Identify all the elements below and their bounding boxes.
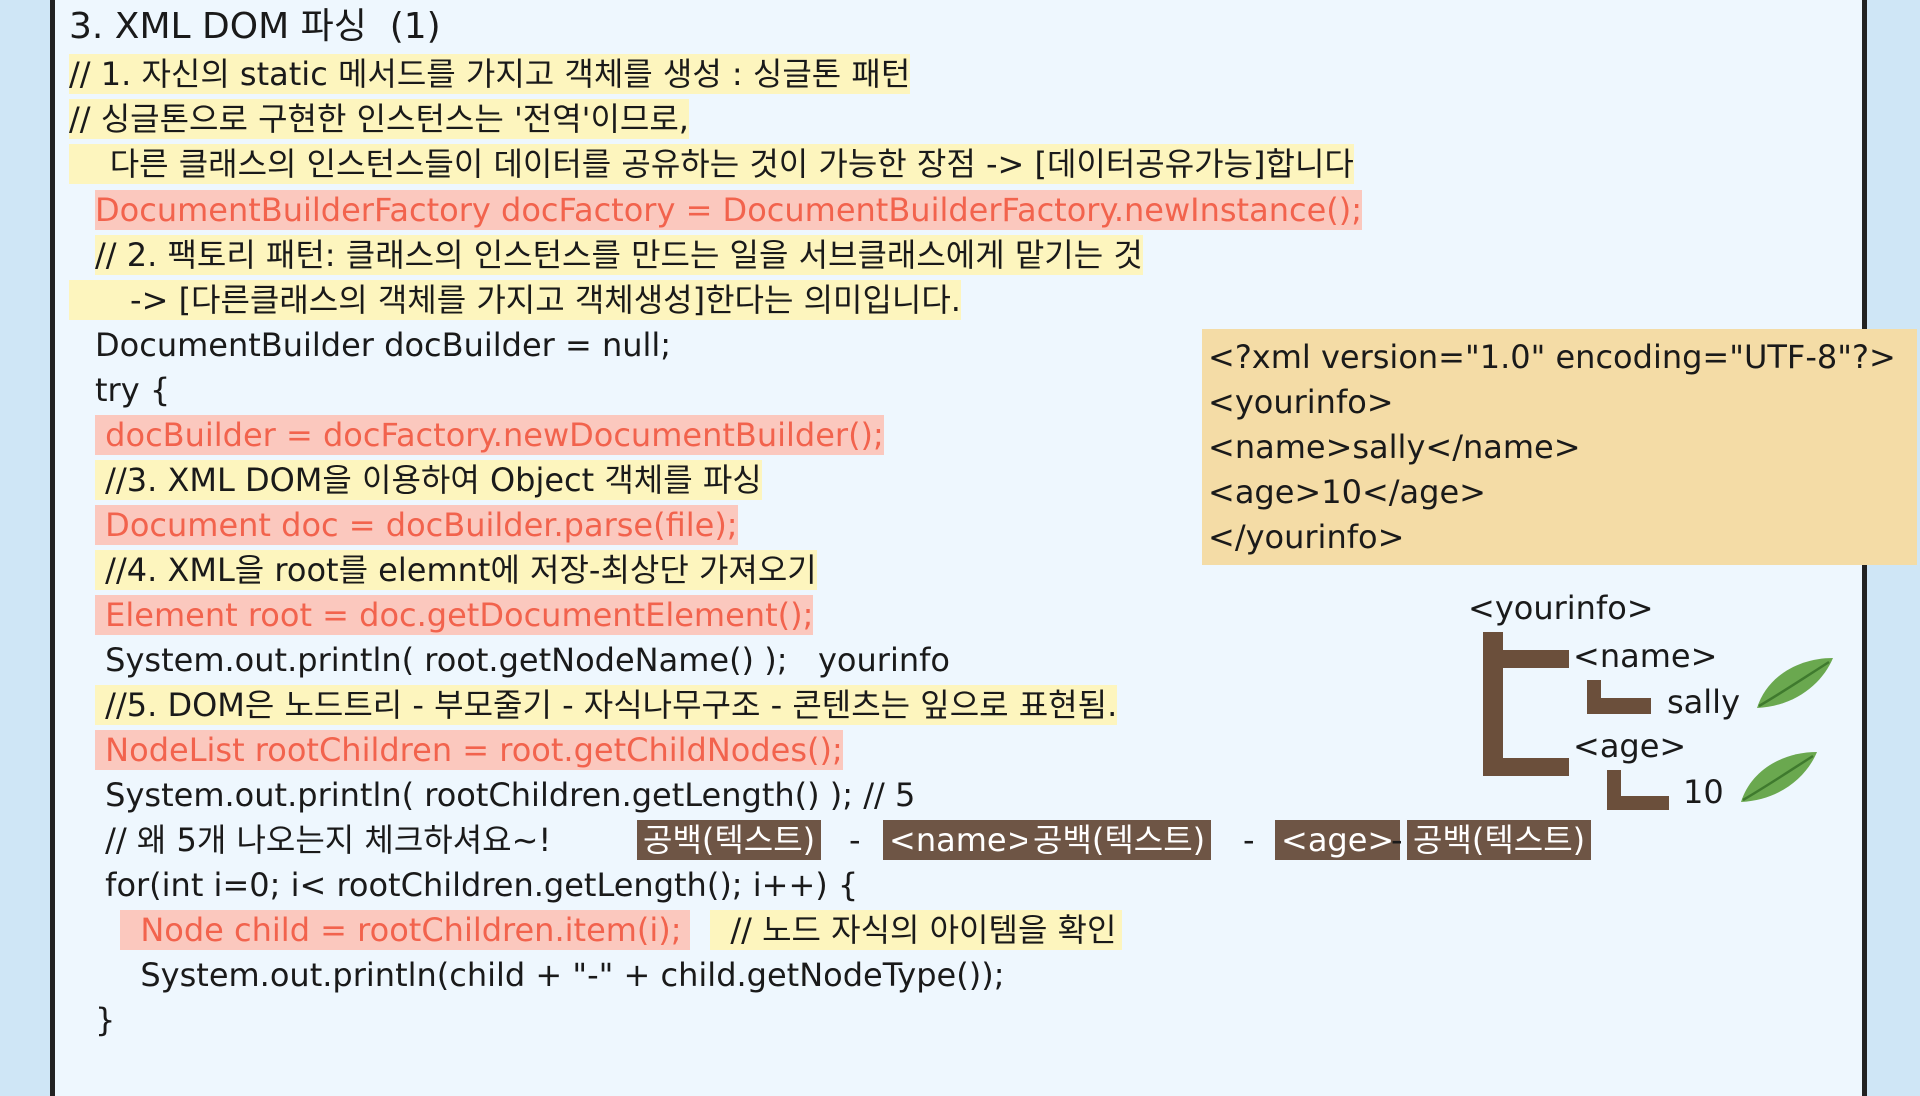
tree-age-leafbranch [1607, 796, 1669, 810]
code-comment-root: //4. XML을 root를 elemnt에 저장-최상단 가져오기 [95, 550, 817, 590]
code-builder-decl: DocumentBuilder docBuilder = null; [95, 326, 672, 364]
slide: 3. XML DOM 파싱 (1) // 1. 자신의 static 메서드를 … [50, 0, 1917, 1096]
code-factory-line: DocumentBuilderFactory docFactory = Docu… [95, 190, 1362, 230]
xml-declaration: <?xml version="1.0" encoding="UTF-8"?> [1208, 338, 1896, 376]
code-print-nodename: System.out.println( root.getNodeName() )… [95, 641, 950, 679]
code-print-length: System.out.println( rootChildren.getLeng… [95, 776, 916, 814]
leaf-icon [1757, 658, 1833, 708]
code-new-builder: docBuilder = docFactory.newDocumentBuild… [95, 415, 884, 455]
code-print-child: System.out.println(child + "-" + child.g… [120, 956, 1005, 994]
child-separator-3: - [1391, 821, 1403, 859]
code-parse-file: Document doc = docBuilder.parse(file); [95, 505, 738, 545]
code-get-root: Element root = doc.getDocumentElement(); [95, 595, 814, 635]
tree-root-label: <yourinfo> [1468, 589, 1654, 627]
code-close-brace: } [95, 1001, 116, 1039]
code-comment-parse: //3. XML DOM을 이용하여 Object 객체를 파싱 [95, 460, 762, 500]
code-try: try { [95, 371, 171, 409]
tree-age-value: 10 [1683, 773, 1724, 811]
tree-name-value: sally [1667, 683, 1740, 721]
code-get-children: NodeList rootChildren = root.getChildNod… [95, 730, 843, 770]
tree-age-label: <age> [1573, 727, 1687, 765]
tree-name-label: <name> [1573, 637, 1718, 675]
code-comment-item: // 노드 자식의 아이템을 확인 [710, 910, 1123, 950]
child-name-tag: <name> [883, 820, 1040, 860]
code-item-child: Node child = rootChildren.item(i); [120, 910, 690, 950]
code-comment-singleton: // 1. 자신의 static 메서드를 가지고 객체를 생성 : 싱글톤 패… [69, 54, 911, 94]
xml-age-element: <age>10</age> [1208, 473, 1486, 511]
code-comment-share: 다른 클래스의 인스턴스들이 데이터를 공유하는 것이 가능한 장점 -> [데… [69, 144, 1354, 184]
slide-title: 3. XML DOM 파싱 (1) [69, 6, 441, 47]
code-for-loop: for(int i=0; i< rootChildren.getLength()… [95, 866, 859, 904]
code-comment-meaning: -> [다른클래스의 객체를 가지고 객체생성]한다는 의미입니다. [69, 280, 961, 320]
child-text-tag-1: 공백(텍스트) [637, 820, 822, 860]
tree-name-leafbranch [1587, 698, 1651, 714]
code-comment-check: // 왜 5개 나오는지 체크하셔요~! [95, 821, 552, 859]
child-text-tag-3: 공백(텍스트) [1407, 820, 1592, 860]
leaf-icon [1741, 752, 1817, 802]
xml-root-open: <yourinfo> [1208, 383, 1394, 421]
child-separator-2: - [1243, 821, 1255, 859]
child-age-tag: <age> [1275, 820, 1401, 860]
tree-branch-name [1483, 650, 1569, 668]
child-separator-1: - [849, 821, 861, 859]
xml-root-close: </yourinfo> [1208, 518, 1405, 556]
code-comment-tree: //5. DOM은 노드트리 - 부모줄기 - 자식나무구조 - 콘텐츠는 잎으… [95, 685, 1118, 725]
code-comment-factory: // 2. 팩토리 패턴: 클래스의 인스턴스를 만드는 일을 서브클래스에게 … [95, 235, 1143, 275]
tree-branch-age [1483, 758, 1569, 776]
xml-sample-box: <?xml version="1.0" encoding="UTF-8"?> <… [1202, 329, 1917, 565]
xml-name-element: <name>sally</name> [1208, 428, 1581, 466]
code-comment-global: // 싱글톤으로 구현한 인스턴스는 '전역'이므로, [69, 99, 689, 139]
child-text-tag-2: 공백(텍스트) [1027, 820, 1212, 860]
